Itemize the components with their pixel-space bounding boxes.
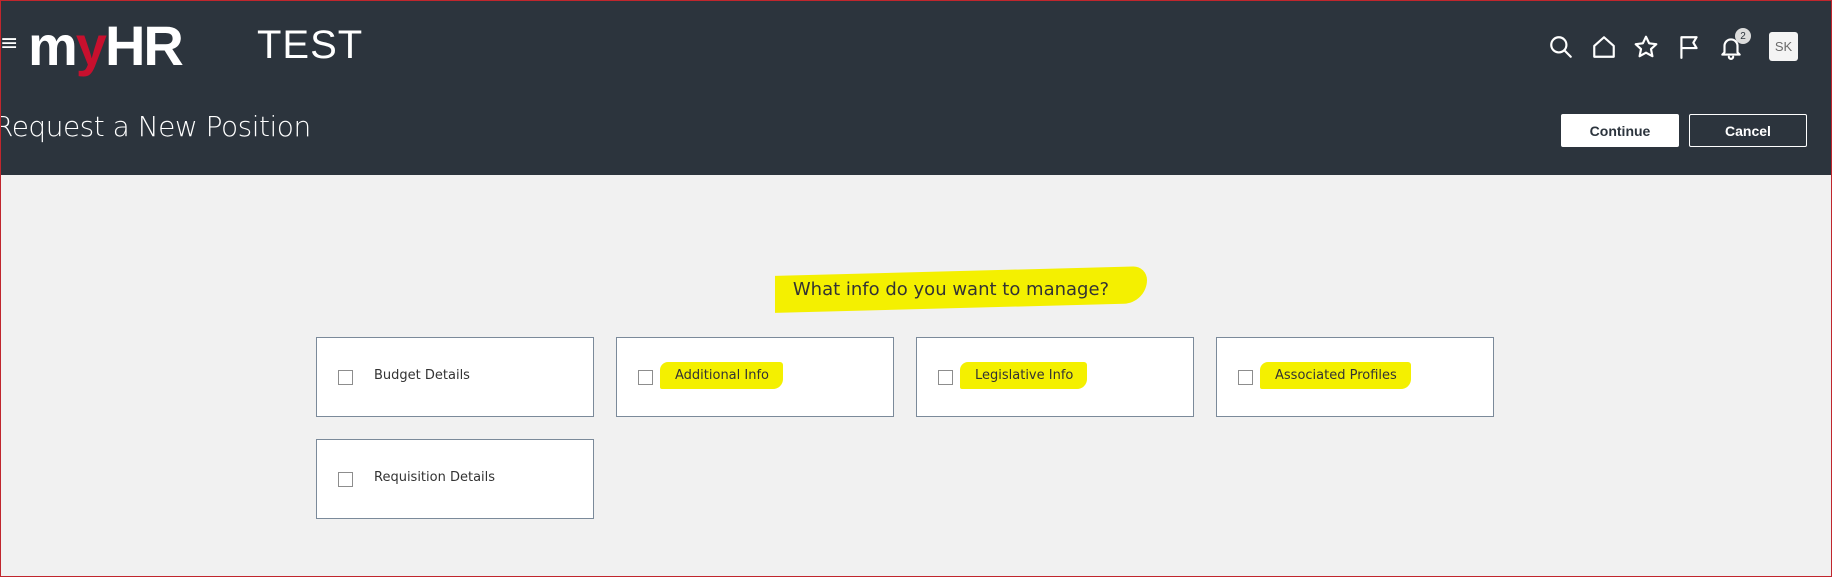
option-label-associated-profiles: Associated Profiles [1275, 368, 1397, 383]
cancel-button[interactable]: Cancel [1689, 114, 1807, 147]
option-label-additional-info: Additional Info [675, 368, 769, 383]
option-card-additional-info[interactable]: Additional Info [616, 337, 894, 417]
logo-y: y [75, 14, 107, 77]
environment-label: TEST [257, 23, 364, 67]
option-card-legislative-info[interactable]: Legislative Info [916, 337, 1194, 417]
option-card-budget-details[interactable]: Budget Details [316, 337, 594, 417]
checkbox-requisition-details[interactable] [338, 472, 353, 487]
option-label-legislative-info: Legislative Info [975, 368, 1074, 383]
cancel-label: Cancel [1725, 122, 1771, 139]
checkbox-associated-profiles[interactable] [1238, 370, 1253, 385]
hamburger-icon[interactable]: ≡ [0, 33, 18, 55]
logo-hr: HR [104, 14, 184, 77]
continue-button[interactable]: Continue [1561, 114, 1679, 147]
logo-m: m [28, 14, 78, 77]
question-text: What info do you want to manage? [792, 279, 1110, 300]
checkbox-additional-info[interactable] [638, 370, 653, 385]
page-title: Request a New Position [0, 110, 311, 143]
checkbox-legislative-info[interactable] [938, 370, 953, 385]
option-label-requisition-details: Requisition Details [374, 470, 496, 485]
star-icon[interactable] [1630, 30, 1662, 64]
question-heading: What info do you want to manage? [0, 266, 1832, 313]
flag-icon[interactable] [1673, 30, 1705, 64]
header-toolbar: 2 SK [1512, 28, 1832, 64]
home-icon[interactable] [1588, 30, 1620, 64]
checkbox-budget-details[interactable] [338, 370, 353, 385]
myhr-logo[interactable]: myHR [28, 18, 184, 74]
app-header: ≡ myHR TEST 2 SK Request a New Position … [0, 0, 1832, 175]
notification-badge: 2 [1735, 28, 1751, 44]
continue-label: Continue [1589, 122, 1651, 139]
option-card-associated-profiles[interactable]: Associated Profiles [1216, 337, 1494, 417]
option-label-budget-details: Budget Details [374, 368, 470, 383]
option-card-requisition-details[interactable]: Requisition Details [316, 439, 594, 519]
avatar[interactable]: SK [1769, 32, 1798, 61]
search-icon[interactable] [1545, 30, 1577, 64]
bell-icon[interactable]: 2 [1715, 28, 1751, 64]
